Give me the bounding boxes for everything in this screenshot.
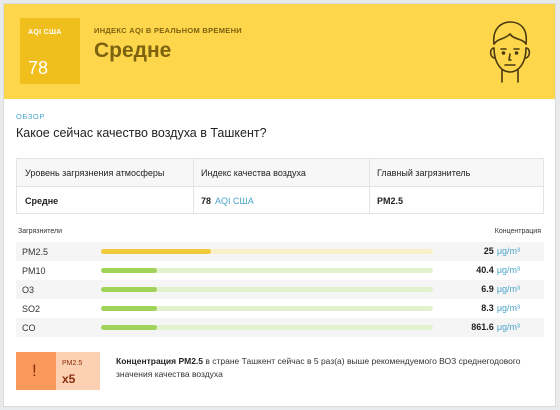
summary-level: Средне [25, 196, 59, 206]
concentration-unit: μg/m³ [496, 265, 520, 275]
pollutant-concentration: 25 μg/m³ [484, 246, 520, 256]
pollutant-concentration: 861.6 μg/m³ [471, 322, 520, 332]
alert-multiplier-value: x5 [62, 372, 76, 386]
summary-main-pollutant: PM2.5 [377, 196, 404, 206]
pollutant-row: O3 6.9 μg/m³ [16, 280, 544, 299]
pollutants-header: Загрязнители [18, 228, 63, 235]
pollutant-name: O3 [22, 285, 35, 295]
pollutant-concentration: 40.4 μg/m³ [476, 265, 520, 275]
concentration-bar-fill [101, 325, 158, 330]
concentration-value: 8.3 [481, 303, 494, 313]
pollutant-name: PM2.5 [22, 247, 49, 257]
alert-pollutant: PM2.5 [62, 360, 83, 367]
aqi-caption: ИНДЕКС AQI В РЕАЛЬНОМ ВРЕМЕНИ [94, 26, 242, 35]
alert-multiplier: PM2.5 x5 [56, 352, 100, 390]
aqi-badge-label: AQI США [28, 29, 62, 36]
concentration-bar-track [101, 249, 433, 254]
concentration-unit: μg/m³ [496, 303, 520, 313]
aqi-badge: AQI США 78 [20, 18, 80, 84]
exclamation-icon: ! [32, 361, 37, 380]
concentration-header: Концентрация [494, 228, 541, 235]
concentration-unit: μg/m³ [496, 246, 520, 256]
summary-aqi: 78 AQI США [201, 196, 254, 206]
moderate-face-icon [489, 21, 531, 83]
concentration-value: 40.4 [476, 265, 494, 275]
column-divider [193, 159, 194, 213]
summary-header-aqi: Индекс качества воздуха [201, 168, 306, 178]
overview-label: ОБЗОР [16, 112, 45, 121]
aqi-badge-value: 78 [28, 58, 49, 78]
concentration-value: 6.9 [481, 284, 494, 294]
aqi-status: Средне [94, 39, 172, 62]
overview-question: Какое сейчас качество воздуха в Ташкент? [16, 126, 267, 140]
summary-aqi-unit: AQI США [215, 196, 254, 206]
concentration-bar-track [101, 287, 433, 292]
pollutant-row: SO2 8.3 μg/m³ [16, 299, 544, 318]
alert-message-bold: Концентрация PM2.5 [116, 356, 204, 366]
concentration-unit: μg/m³ [496, 322, 520, 332]
concentration-unit: μg/m³ [496, 284, 520, 294]
concentration-bar-fill [101, 287, 158, 292]
pollutant-name: CO [22, 323, 36, 333]
summary-aqi-value: 78 [201, 196, 212, 206]
summary-header-pollutant: Главный загрязнитель [377, 168, 471, 178]
concentration-bar-fill [101, 306, 158, 311]
pollutant-row: CO 861.6 μg/m³ [16, 318, 544, 337]
concentration-bar-track [101, 325, 433, 330]
concentration-bar-fill [101, 249, 211, 254]
aqi-header: AQI США 78 ИНДЕКС AQI В РЕАЛЬНОМ ВРЕМЕНИ… [4, 4, 555, 99]
pollutant-name: SO2 [22, 304, 41, 314]
pollutant-name: PM10 [22, 266, 46, 276]
alert-message: Концентрация PM2.5 в стране Ташкент сейч… [116, 355, 536, 381]
concentration-bar-fill [101, 268, 158, 273]
air-quality-card: AQI США 78 ИНДЕКС AQI В РЕАЛЬНОМ ВРЕМЕНИ… [3, 3, 556, 407]
alert-badge: ! [16, 352, 56, 390]
concentration-bar-track [101, 268, 433, 273]
pollutant-row: PM2.5 25 μg/m³ [16, 242, 544, 261]
pollutant-concentration: 8.3 μg/m³ [481, 303, 520, 313]
concentration-value: 861.6 [471, 322, 494, 332]
pollutant-row: PM10 40.4 μg/m³ [16, 261, 544, 280]
pollutant-concentration: 6.9 μg/m³ [481, 284, 520, 294]
summary-table: Уровень загрязнения атмосферы Индекс кач… [16, 158, 544, 214]
column-divider [369, 159, 370, 213]
concentration-bar-track [101, 306, 433, 311]
concentration-value: 25 [483, 246, 494, 256]
summary-header-level: Уровень загрязнения атмосферы [25, 168, 165, 178]
